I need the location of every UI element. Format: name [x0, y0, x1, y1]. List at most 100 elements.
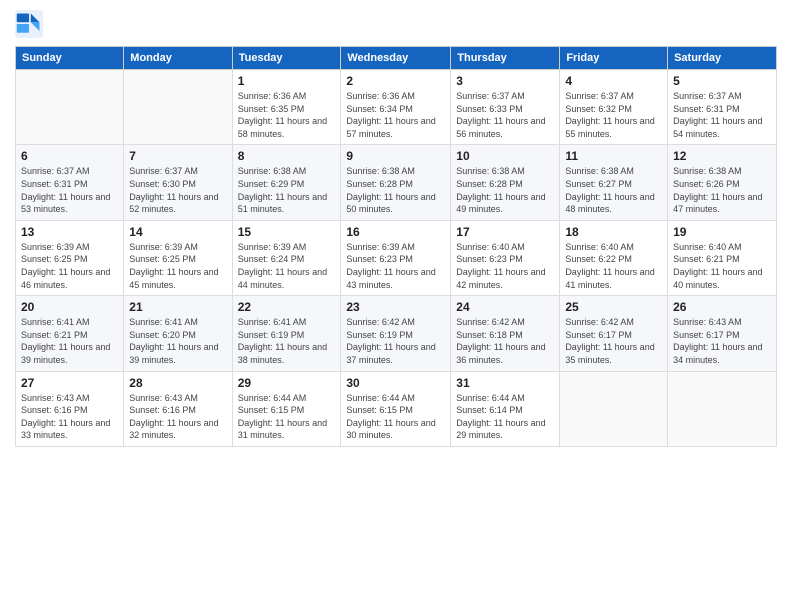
- day-info: Sunrise: 6:36 AM Sunset: 6:35 PM Dayligh…: [238, 90, 336, 140]
- calendar-header-monday: Monday: [124, 47, 232, 70]
- day-info: Sunrise: 6:39 AM Sunset: 6:25 PM Dayligh…: [21, 241, 118, 291]
- calendar-cell: 9 Sunrise: 6:38 AM Sunset: 6:28 PM Daylig…: [341, 145, 451, 220]
- calendar-cell: 24Sunrise: 6:42 AM Sunset: 6:18 PM Dayli…: [451, 296, 560, 371]
- day-info: Sunrise: 6:39 AM Sunset: 6:23 PM Dayligh…: [346, 241, 445, 291]
- calendar-cell: 13 Sunrise: 6:39 AM Sunset: 6:25 PM Dayli…: [16, 220, 124, 295]
- day-number: 16: [346, 225, 445, 239]
- calendar-cell: 27 Sunrise: 6:43 AM Sunset: 6:16 PM Dayli…: [16, 371, 124, 446]
- calendar-header-wednesday: Wednesday: [341, 47, 451, 70]
- day-number: 17: [456, 225, 554, 239]
- calendar-table: SundayMondayTuesdayWednesdayThursdayFrid…: [15, 46, 777, 447]
- day-info: Sunrise: 6:43 AM Sunset: 6:16 PM Dayligh…: [129, 392, 226, 442]
- day-info: Sunrise: 6:36 AM Sunset: 6:34 PM Dayligh…: [346, 90, 445, 140]
- day-number: 5: [673, 74, 771, 88]
- calendar-cell: 22Sunrise: 6:41 AM Sunset: 6:19 PM Dayli…: [232, 296, 341, 371]
- day-info: Sunrise: 6:44 AM Sunset: 6:14 PM Dayligh…: [456, 392, 554, 442]
- day-info: Sunrise: 6:37 AM Sunset: 6:30 PM Dayligh…: [129, 165, 226, 215]
- day-number: 31: [456, 376, 554, 390]
- calendar-week-row: 1 Sunrise: 6:36 AM Sunset: 6:35 PM Daylig…: [16, 70, 777, 145]
- day-number: 12: [673, 149, 771, 163]
- day-number: 1: [238, 74, 336, 88]
- calendar-cell: 18 Sunrise: 6:40 AM Sunset: 6:22 PM Dayli…: [560, 220, 668, 295]
- calendar-cell: 1 Sunrise: 6:36 AM Sunset: 6:35 PM Daylig…: [232, 70, 341, 145]
- calendar-cell: 2 Sunrise: 6:36 AM Sunset: 6:34 PM Daylig…: [341, 70, 451, 145]
- day-number: 15: [238, 225, 336, 239]
- calendar-cell: 10 Sunrise: 6:38 AM Sunset: 6:28 PM Dayli…: [451, 145, 560, 220]
- day-info: Sunrise: 6:38 AM Sunset: 6:28 PM Dayligh…: [346, 165, 445, 215]
- day-info: Sunrise: 6:38 AM Sunset: 6:26 PM Dayligh…: [673, 165, 771, 215]
- calendar-cell: 4Sunrise: 6:37 AM Sunset: 6:32 PM Daylig…: [560, 70, 668, 145]
- header: [15, 10, 777, 38]
- logo: [15, 10, 45, 38]
- day-info: Sunrise: 6:38 AM Sunset: 6:28 PM Dayligh…: [456, 165, 554, 215]
- day-number: 30: [346, 376, 445, 390]
- day-info: Sunrise: 6:42 AM Sunset: 6:18 PM Dayligh…: [456, 316, 554, 366]
- calendar-cell: 16 Sunrise: 6:39 AM Sunset: 6:23 PM Dayli…: [341, 220, 451, 295]
- day-number: 22: [238, 300, 336, 314]
- day-info: Sunrise: 6:39 AM Sunset: 6:25 PM Dayligh…: [129, 241, 226, 291]
- calendar-cell: 23 Sunrise: 6:42 AM Sunset: 6:19 PM Dayli…: [341, 296, 451, 371]
- day-number: 6: [21, 149, 118, 163]
- calendar-cell: 19Sunrise: 6:40 AM Sunset: 6:21 PM Dayli…: [668, 220, 777, 295]
- calendar-cell: 7 Sunrise: 6:37 AM Sunset: 6:30 PM Daylig…: [124, 145, 232, 220]
- calendar-header-saturday: Saturday: [668, 47, 777, 70]
- day-number: 13: [21, 225, 118, 239]
- calendar-week-row: 27 Sunrise: 6:43 AM Sunset: 6:16 PM Dayli…: [16, 371, 777, 446]
- day-info: Sunrise: 6:41 AM Sunset: 6:20 PM Dayligh…: [129, 316, 226, 366]
- calendar-cell: 28Sunrise: 6:43 AM Sunset: 6:16 PM Dayli…: [124, 371, 232, 446]
- calendar-cell: 31 Sunrise: 6:44 AM Sunset: 6:14 PM Dayli…: [451, 371, 560, 446]
- day-number: 10: [456, 149, 554, 163]
- day-info: Sunrise: 6:37 AM Sunset: 6:31 PM Dayligh…: [673, 90, 771, 140]
- day-number: 27: [21, 376, 118, 390]
- calendar-cell: 5 Sunrise: 6:37 AM Sunset: 6:31 PM Daylig…: [668, 70, 777, 145]
- calendar-cell: [560, 371, 668, 446]
- calendar-cell: 29Sunrise: 6:44 AM Sunset: 6:15 PM Dayli…: [232, 371, 341, 446]
- calendar-cell: 25 Sunrise: 6:42 AM Sunset: 6:17 PM Dayli…: [560, 296, 668, 371]
- calendar-cell: 8Sunrise: 6:38 AM Sunset: 6:29 PM Daylig…: [232, 145, 341, 220]
- day-number: 14: [129, 225, 226, 239]
- calendar-cell: 3Sunrise: 6:37 AM Sunset: 6:33 PM Daylig…: [451, 70, 560, 145]
- day-number: 8: [238, 149, 336, 163]
- day-number: 18: [565, 225, 662, 239]
- calendar-cell: 30 Sunrise: 6:44 AM Sunset: 6:15 PM Dayli…: [341, 371, 451, 446]
- day-info: Sunrise: 6:44 AM Sunset: 6:15 PM Dayligh…: [346, 392, 445, 442]
- calendar-cell: 26Sunrise: 6:43 AM Sunset: 6:17 PM Dayli…: [668, 296, 777, 371]
- calendar-cell: 14 Sunrise: 6:39 AM Sunset: 6:25 PM Dayli…: [124, 220, 232, 295]
- day-info: Sunrise: 6:40 AM Sunset: 6:21 PM Dayligh…: [673, 241, 771, 291]
- calendar-week-row: 13 Sunrise: 6:39 AM Sunset: 6:25 PM Dayli…: [16, 220, 777, 295]
- calendar-cell: [124, 70, 232, 145]
- calendar-cell: [16, 70, 124, 145]
- calendar-cell: 15Sunrise: 6:39 AM Sunset: 6:24 PM Dayli…: [232, 220, 341, 295]
- day-info: Sunrise: 6:44 AM Sunset: 6:15 PM Dayligh…: [238, 392, 336, 442]
- calendar-header-friday: Friday: [560, 47, 668, 70]
- day-info: Sunrise: 6:43 AM Sunset: 6:17 PM Dayligh…: [673, 316, 771, 366]
- day-number: 11: [565, 149, 662, 163]
- day-number: 9: [346, 149, 445, 163]
- day-info: Sunrise: 6:41 AM Sunset: 6:21 PM Dayligh…: [21, 316, 118, 366]
- day-number: 7: [129, 149, 226, 163]
- day-number: 23: [346, 300, 445, 314]
- calendar-cell: 17Sunrise: 6:40 AM Sunset: 6:23 PM Dayli…: [451, 220, 560, 295]
- calendar-header-thursday: Thursday: [451, 47, 560, 70]
- day-info: Sunrise: 6:37 AM Sunset: 6:31 PM Dayligh…: [21, 165, 118, 215]
- logo-icon: [15, 10, 43, 38]
- calendar-cell: 11 Sunrise: 6:38 AM Sunset: 6:27 PM Dayli…: [560, 145, 668, 220]
- calendar-cell: [668, 371, 777, 446]
- calendar-header-tuesday: Tuesday: [232, 47, 341, 70]
- day-info: Sunrise: 6:42 AM Sunset: 6:19 PM Dayligh…: [346, 316, 445, 366]
- day-info: Sunrise: 6:37 AM Sunset: 6:33 PM Dayligh…: [456, 90, 554, 140]
- day-number: 21: [129, 300, 226, 314]
- calendar-week-row: 20 Sunrise: 6:41 AM Sunset: 6:21 PM Dayli…: [16, 296, 777, 371]
- calendar-header-sunday: Sunday: [16, 47, 124, 70]
- day-info: Sunrise: 6:40 AM Sunset: 6:22 PM Dayligh…: [565, 241, 662, 291]
- day-number: 25: [565, 300, 662, 314]
- day-number: 20: [21, 300, 118, 314]
- calendar-cell: 21 Sunrise: 6:41 AM Sunset: 6:20 PM Dayli…: [124, 296, 232, 371]
- day-info: Sunrise: 6:38 AM Sunset: 6:27 PM Dayligh…: [565, 165, 662, 215]
- day-info: Sunrise: 6:43 AM Sunset: 6:16 PM Dayligh…: [21, 392, 118, 442]
- calendar-cell: 12 Sunrise: 6:38 AM Sunset: 6:26 PM Dayli…: [668, 145, 777, 220]
- day-number: 2: [346, 74, 445, 88]
- calendar-week-row: 6 Sunrise: 6:37 AM Sunset: 6:31 PM Daylig…: [16, 145, 777, 220]
- calendar-cell: 6 Sunrise: 6:37 AM Sunset: 6:31 PM Daylig…: [16, 145, 124, 220]
- day-info: Sunrise: 6:42 AM Sunset: 6:17 PM Dayligh…: [565, 316, 662, 366]
